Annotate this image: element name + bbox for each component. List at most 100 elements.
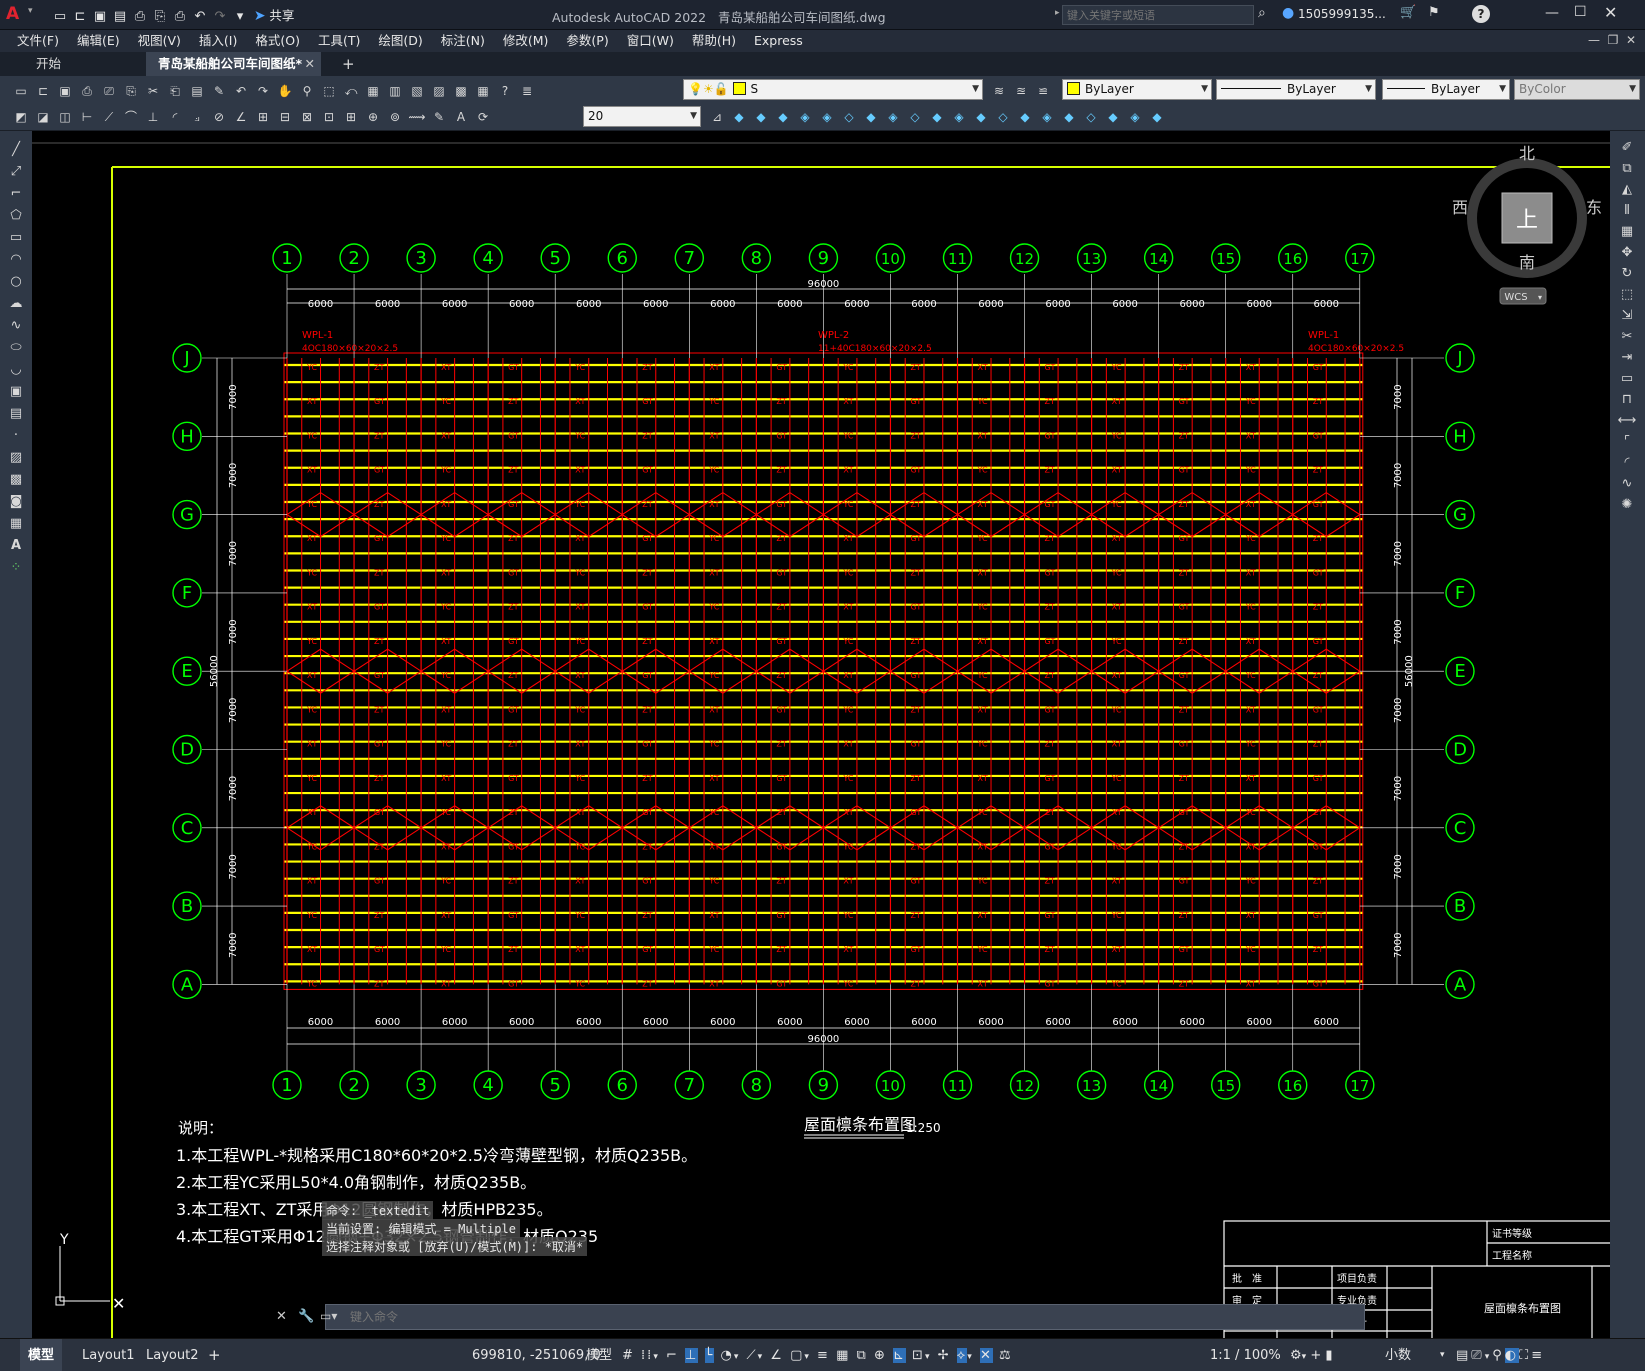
grid-bubble-7[interactable]: 7: [674, 1070, 704, 1100]
layer-previous-icon[interactable]: ≊: [1010, 80, 1032, 102]
grid-bubble-H[interactable]: H: [1445, 421, 1475, 451]
modify-icon[interactable]: ◇: [992, 106, 1014, 128]
dim-diameter-icon[interactable]: ⊘: [208, 106, 230, 128]
dim-bay[interactable]: 7000: [1393, 541, 1404, 566]
grid-bubble-E[interactable]: E: [1445, 656, 1475, 686]
dim-bay[interactable]: 7000: [1393, 619, 1404, 644]
dim-span[interactable]: 6000: [1314, 1017, 1339, 1028]
dim-jogged-icon[interactable]: ⟓: [186, 106, 208, 128]
new-icon[interactable]: ▭: [10, 80, 32, 102]
modify-icon[interactable]: ◈: [948, 106, 970, 128]
menu-item[interactable]: Express: [745, 30, 812, 52]
preview-icon[interactable]: ⎚: [98, 80, 120, 102]
dim-continue-icon[interactable]: ⊠: [296, 106, 318, 128]
dim-bay[interactable]: 7000: [228, 776, 239, 801]
publish-icon[interactable]: ⎘: [151, 8, 169, 26]
clean-screen-icon[interactable]: ⛶: [1519, 1348, 1531, 1363]
new-tab-icon[interactable]: +: [330, 52, 367, 76]
polar-icon[interactable]: ◔: [720, 1348, 733, 1363]
grid-bubble-6[interactable]: 6: [607, 1070, 637, 1100]
layout-tab-model[interactable]: 模型: [20, 1339, 63, 1371]
dim-bay[interactable]: 7000: [1393, 698, 1404, 723]
grid-bubble-A[interactable]: A: [172, 969, 202, 1000]
modify-icon[interactable]: ◈: [794, 106, 816, 128]
maximize-icon[interactable]: ☐: [1574, 4, 1587, 20]
dim-total-width[interactable]: 96000: [807, 279, 839, 290]
3dosnap-icon[interactable]: ⊕: [874, 1348, 887, 1363]
close-icon[interactable]: ✕: [1604, 3, 1617, 22]
cut-icon[interactable]: ✂: [142, 80, 164, 102]
model-space-toggle[interactable]: 模型: [586, 1339, 612, 1371]
polygon-icon[interactable]: ⬠: [5, 205, 27, 227]
selection-cycling-icon[interactable]: ⧉: [857, 1348, 868, 1363]
compass-west[interactable]: 西: [1452, 198, 1468, 217]
zoom-realtime-icon[interactable]: ⚲: [296, 80, 318, 102]
dim-span[interactable]: 6000: [1314, 299, 1339, 310]
grid-bubble-5[interactable]: 5: [540, 1070, 570, 1100]
linetype-combo[interactable]: ByLayer ▼: [1216, 79, 1376, 100]
layout-tab-layout1[interactable]: Layout1: [74, 1339, 142, 1371]
grid-bubble-2[interactable]: 2: [339, 243, 369, 273]
dim-edit-icon[interactable]: ✎: [428, 106, 450, 128]
grid-bubble-15[interactable]: 15: [1210, 1070, 1241, 1100]
save-icon[interactable]: ▣: [91, 8, 109, 26]
notes-title[interactable]: 说明：: [178, 1119, 223, 1137]
stretch-icon[interactable]: ⇲: [1616, 305, 1638, 326]
ortho-icon[interactable]: └: [704, 1348, 715, 1363]
plot-icon[interactable]: ⎙: [76, 80, 98, 102]
color-combo[interactable]: ByLayer ▼: [1062, 79, 1212, 100]
grid-bubble-9[interactable]: 9: [808, 1070, 839, 1100]
filter-icon[interactable]: ⊡: [912, 1348, 925, 1363]
dim-span[interactable]: 6000: [375, 299, 400, 310]
compass-south[interactable]: 南: [1519, 253, 1535, 272]
grid-bubble-F[interactable]: F: [1445, 578, 1475, 608]
menu-item[interactable]: 参数(P): [557, 30, 617, 52]
dim-angular-icon[interactable]: ∠: [230, 106, 252, 128]
grid-bubble-C[interactable]: C: [172, 813, 202, 843]
grid-bubble-16[interactable]: 16: [1278, 1070, 1308, 1100]
dim-span[interactable]: 6000: [576, 299, 601, 310]
grid-bubble-15[interactable]: 15: [1210, 243, 1241, 273]
menu-item[interactable]: 工具(T): [309, 30, 369, 52]
share-button[interactable]: 共享: [269, 8, 294, 23]
grid-bubble-13[interactable]: 13: [1076, 1070, 1107, 1100]
dim-span[interactable]: 6000: [777, 299, 802, 310]
rotate-icon[interactable]: ↻: [1616, 263, 1638, 284]
viewcube-top[interactable]: 上: [1516, 208, 1538, 233]
grid-bubble-4[interactable]: 4: [473, 243, 503, 273]
drawing-svg[interactable]: YC ZT XT GT YC ZT XT GT YC ZT XT GT YC ZT XT GTXT GT YC ZT…: [32, 131, 1610, 1338]
grid-bubble-11[interactable]: 11: [942, 243, 973, 273]
modify-icon[interactable]: ◆: [1102, 106, 1124, 128]
rectangle-icon[interactable]: ▭: [5, 227, 27, 249]
add-layout-icon[interactable]: +: [208, 1339, 221, 1371]
break-point-icon[interactable]: ▭: [1616, 368, 1638, 389]
dim-ordinate-icon[interactable]: ⊥: [142, 106, 164, 128]
modify-icon[interactable]: ◈: [1036, 106, 1058, 128]
quick-dim-icon[interactable]: ⊞: [252, 106, 274, 128]
grid-bubble-2[interactable]: 2: [339, 1070, 369, 1100]
fillet-icon[interactable]: ◜: [1616, 452, 1638, 473]
tolerance-icon[interactable]: ⊞: [340, 106, 362, 128]
dim-span[interactable]: 6000: [308, 299, 333, 310]
markup-icon[interactable]: ▩: [450, 80, 472, 102]
tool-icon[interactable]: ◪: [32, 106, 54, 128]
dim-span[interactable]: 6000: [777, 1017, 802, 1028]
customize-chevron-icon[interactable]: ▾: [231, 8, 249, 26]
menu-item[interactable]: 窗口(W): [618, 30, 683, 52]
dim-bay[interactable]: 7000: [1393, 933, 1404, 958]
isodraft-icon[interactable]: ⟋: [746, 1348, 757, 1363]
command-input[interactable]: [350, 1307, 1350, 1327]
chevron-down-icon[interactable]: ▾: [925, 1352, 932, 1362]
zoom-previous-icon[interactable]: ⤺: [340, 80, 362, 102]
dim-span[interactable]: 6000: [643, 299, 668, 310]
modify-icon[interactable]: ◈: [816, 106, 838, 128]
designcenter-icon[interactable]: ▥: [384, 80, 406, 102]
search-expand-icon[interactable]: ▸: [1055, 8, 1060, 18]
join-icon[interactable]: ⟷: [1616, 410, 1638, 431]
dim-bay[interactable]: 7000: [1393, 854, 1404, 879]
note-line[interactable]: 1.本工程WPL-*规格采用C180*60*20*2.5冷弯薄壁型钢，材质Q23…: [176, 1146, 697, 1165]
tab-start[interactable]: 开始: [24, 52, 73, 76]
wcs-chevron-icon[interactable]: ▾: [1538, 293, 1542, 302]
help-icon[interactable]: ?: [494, 80, 516, 102]
dim-span[interactable]: 6000: [911, 1017, 936, 1028]
